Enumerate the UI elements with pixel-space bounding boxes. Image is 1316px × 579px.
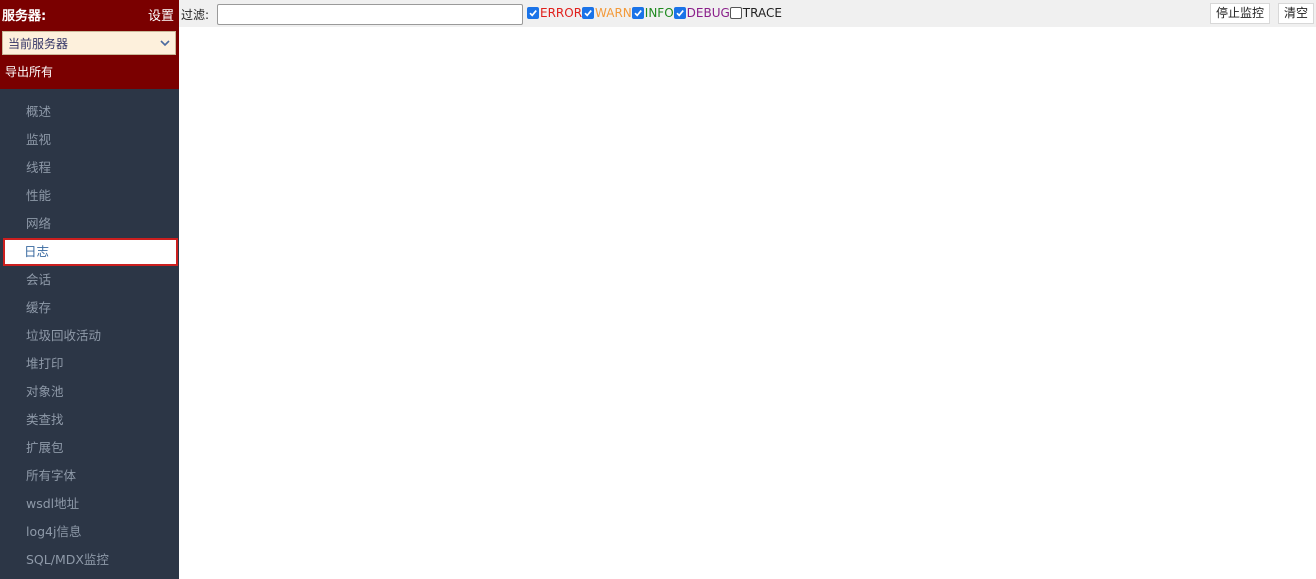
- log-level-filter: INFO: [631, 5, 674, 21]
- sidebar-item[interactable]: 类查找: [3, 406, 178, 434]
- log-level-filter: ERROR: [527, 5, 582, 21]
- log-level-label: INFO: [644, 6, 674, 20]
- log-level-label: WARN: [595, 6, 632, 20]
- log-level-filter: DEBUG: [673, 5, 730, 21]
- sidebar: 服务器: 设置 当前服务器 导出所有 概述 监视 线程 性能 网络 日志 会话 缓存 垃圾回收活…: [0, 0, 179, 579]
- log-level-checkbox[interactable]: [631, 7, 644, 19]
- log-level-checkbox[interactable]: [582, 7, 595, 19]
- log-level-label: TRACE: [742, 6, 782, 20]
- sidebar-item[interactable]: 性能: [3, 182, 178, 210]
- sidebar-item[interactable]: 对象池: [3, 378, 178, 406]
- sidebar-item[interactable]: 监视: [3, 126, 178, 154]
- sidebar-item[interactable]: 缓存: [3, 294, 178, 322]
- sidebar-item[interactable]: 堆打印: [3, 350, 178, 378]
- settings-link[interactable]: 设置: [148, 5, 174, 24]
- chevron-down-icon: [159, 37, 171, 49]
- server-select[interactable]: 当前服务器: [2, 31, 176, 55]
- log-level-filter: WARN: [582, 5, 632, 21]
- stop-monitor-button[interactable]: 停止监控: [1210, 3, 1271, 24]
- log-level-checkbox[interactable]: [729, 7, 742, 19]
- sidebar-item[interactable]: wsdl地址: [3, 490, 178, 518]
- sidebar-item[interactable]: 所有字体: [3, 462, 178, 490]
- sidebar-item[interactable]: 概述: [3, 98, 178, 126]
- log-level-checkbox[interactable]: [527, 7, 539, 19]
- filter-input[interactable]: [217, 4, 523, 25]
- log-level-filter: TRACE: [729, 5, 782, 21]
- sidebar-item[interactable]: SQL/MDX监控: [3, 546, 178, 574]
- sidebar-nav: 概述 监视 线程 性能 网络 日志 会话 缓存 垃圾回收活动 堆打印 对象池 类查找 扩展包 所有字体 ws…: [0, 89, 179, 574]
- filter-label: 过滤:: [181, 8, 210, 22]
- sidebar-item[interactable]: log4j信息: [3, 518, 178, 546]
- log-level-checkbox[interactable]: [673, 7, 686, 19]
- sidebar-item[interactable]: 垃圾回收活动: [3, 322, 178, 350]
- clear-button[interactable]: 清空: [1278, 3, 1315, 24]
- log-toolbar: 过滤: ERROR WARN INFO DEBUG TRACE 停止监控 清空: [179, 0, 1316, 27]
- export-all-link[interactable]: 导出所有: [5, 63, 53, 80]
- log-level-filters: ERROR WARN INFO DEBUG TRACE: [527, 5, 782, 21]
- sidebar-item[interactable]: 网络: [3, 210, 178, 238]
- log-level-label: ERROR: [540, 6, 583, 20]
- server-title-row: 服务器: 设置: [0, 0, 179, 28]
- sidebar-item[interactable]: 线程: [3, 154, 178, 182]
- log-level-label: DEBUG: [686, 6, 730, 20]
- sidebar-item[interactable]: 扩展包: [3, 434, 178, 462]
- sidebar-header: 服务器: 设置 当前服务器 导出所有: [0, 0, 179, 89]
- server-select-value: 当前服务器: [8, 36, 69, 51]
- log-output-area: [179, 27, 1316, 579]
- sidebar-item[interactable]: 日志: [3, 238, 178, 266]
- sidebar-item[interactable]: 会话: [3, 266, 178, 294]
- server-title: 服务器:: [2, 8, 47, 24]
